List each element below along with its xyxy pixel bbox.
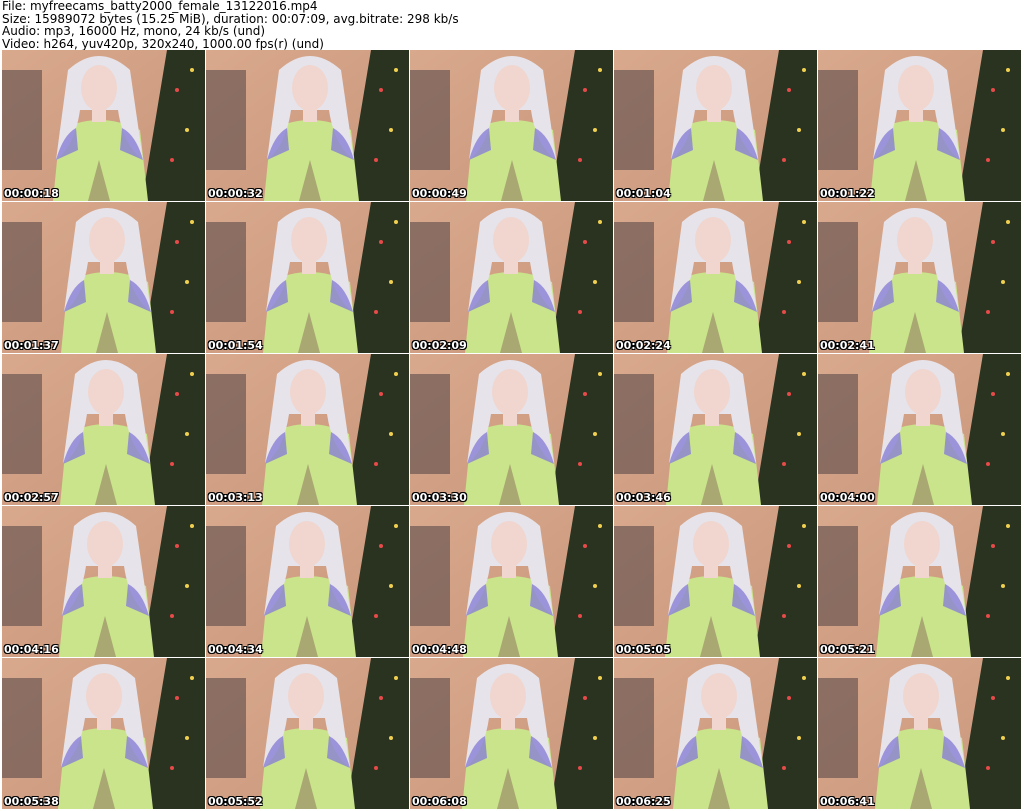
thumbnail-frame bbox=[818, 506, 1021, 657]
video-thumbnail[interactable]: 00:02:57 bbox=[2, 354, 205, 505]
video-thumbnail[interactable]: 00:04:34 bbox=[206, 506, 409, 657]
thumbnail-frame bbox=[410, 506, 613, 657]
video-thumbnail[interactable]: 00:04:48 bbox=[410, 506, 613, 657]
timestamp-label: 00:03:30 bbox=[412, 491, 467, 504]
video-thumbnail[interactable]: 00:00:32 bbox=[206, 50, 409, 201]
video-thumbnail[interactable]: 00:02:41 bbox=[818, 202, 1021, 353]
video-thumbnail[interactable]: 00:01:54 bbox=[206, 202, 409, 353]
thumbnail-frame bbox=[2, 354, 205, 505]
timestamp-label: 00:00:49 bbox=[412, 187, 467, 200]
video-thumbnail[interactable]: 00:03:46 bbox=[614, 354, 817, 505]
video-thumbnail[interactable]: 00:05:05 bbox=[614, 506, 817, 657]
video-thumbnail[interactable]: 00:05:21 bbox=[818, 506, 1021, 657]
timestamp-label: 00:06:08 bbox=[412, 795, 467, 808]
thumbnail-frame bbox=[2, 506, 205, 657]
timestamp-label: 00:05:38 bbox=[4, 795, 59, 808]
thumbnail-frame bbox=[2, 658, 205, 809]
timestamp-label: 00:04:16 bbox=[4, 643, 59, 656]
timestamp-label: 00:03:13 bbox=[208, 491, 263, 504]
timestamp-label: 00:04:48 bbox=[412, 643, 467, 656]
thumbnail-frame bbox=[410, 50, 613, 201]
thumbnail-frame bbox=[410, 658, 613, 809]
video-thumbnail[interactable]: 00:01:04 bbox=[614, 50, 817, 201]
timestamp-label: 00:04:34 bbox=[208, 643, 263, 656]
thumbnail-frame bbox=[614, 506, 817, 657]
file-line: File: myfreecams_batty2000_female_131220… bbox=[2, 0, 318, 13]
video-thumbnail[interactable]: 00:06:25 bbox=[614, 658, 817, 809]
timestamp-label: 00:04:00 bbox=[820, 491, 875, 504]
video-thumbnail[interactable]: 00:06:41 bbox=[818, 658, 1021, 809]
timestamp-label: 00:01:04 bbox=[616, 187, 671, 200]
timestamp-label: 00:05:21 bbox=[820, 643, 875, 656]
timestamp-label: 00:03:46 bbox=[616, 491, 671, 504]
timestamp-label: 00:01:54 bbox=[208, 339, 263, 352]
video-thumbnail[interactable]: 00:01:22 bbox=[818, 50, 1021, 201]
timestamp-label: 00:06:25 bbox=[616, 795, 671, 808]
video-thumbnail[interactable]: 00:03:30 bbox=[410, 354, 613, 505]
video-thumbnail[interactable]: 00:06:08 bbox=[410, 658, 613, 809]
audio-line: Audio: mp3, 16000 Hz, mono, 24 kb/s (und… bbox=[2, 24, 266, 38]
thumbnail-frame bbox=[818, 50, 1021, 201]
thumbnail-frame bbox=[206, 50, 409, 201]
video-thumbnail[interactable]: 00:05:38 bbox=[2, 658, 205, 809]
video-thumbnail[interactable]: 00:00:18 bbox=[2, 50, 205, 201]
timestamp-label: 00:00:32 bbox=[208, 187, 263, 200]
timestamp-label: 00:02:24 bbox=[616, 339, 671, 352]
thumbnail-frame bbox=[818, 354, 1021, 505]
video-thumbnail[interactable]: 00:03:13 bbox=[206, 354, 409, 505]
video-thumbnail[interactable]: 00:04:16 bbox=[2, 506, 205, 657]
timestamp-label: 00:02:09 bbox=[412, 339, 467, 352]
video-thumbnail[interactable]: 00:01:37 bbox=[2, 202, 205, 353]
thumbnail-frame bbox=[410, 354, 613, 505]
timestamp-label: 00:02:57 bbox=[4, 491, 59, 504]
timestamp-label: 00:06:41 bbox=[820, 795, 875, 808]
timestamp-label: 00:05:05 bbox=[616, 643, 671, 656]
thumbnail-frame bbox=[206, 506, 409, 657]
thumbnail-frame bbox=[614, 354, 817, 505]
video-thumbnail[interactable]: 00:05:52 bbox=[206, 658, 409, 809]
video-thumbnail[interactable]: 00:02:09 bbox=[410, 202, 613, 353]
thumbnail-frame bbox=[614, 50, 817, 201]
timestamp-label: 00:01:37 bbox=[4, 339, 59, 352]
thumbnail-grid: 00:00:18 00:00:32 00:00:49 00:01:04 00:01:22… bbox=[0, 50, 1024, 811]
video-thumbnail[interactable]: 00:04:00 bbox=[818, 354, 1021, 505]
timestamp-label: 00:01:22 bbox=[820, 187, 875, 200]
video-line: Video: h264, yuv420p, 320x240, 1000.00 f… bbox=[2, 36, 324, 51]
thumbnail-frame bbox=[206, 202, 409, 353]
thumbnail-frame bbox=[206, 354, 409, 505]
thumbnail-frame bbox=[206, 658, 409, 809]
thumbnail-frame bbox=[818, 202, 1021, 353]
thumbnail-frame bbox=[410, 202, 613, 353]
timestamp-label: 00:05:52 bbox=[208, 795, 263, 808]
thumbnail-frame bbox=[818, 658, 1021, 809]
timestamp-label: 00:02:41 bbox=[820, 339, 875, 352]
thumbnail-frame bbox=[2, 50, 205, 201]
thumbnail-frame bbox=[614, 202, 817, 353]
video-info-header: File: myfreecams_batty2000_female_131220… bbox=[2, 0, 1022, 50]
thumbnail-frame bbox=[2, 202, 205, 353]
video-thumbnail[interactable]: 00:00:49 bbox=[410, 50, 613, 201]
thumbnail-frame bbox=[614, 658, 817, 809]
video-thumbnail[interactable]: 00:02:24 bbox=[614, 202, 817, 353]
timestamp-label: 00:00:18 bbox=[4, 187, 59, 200]
